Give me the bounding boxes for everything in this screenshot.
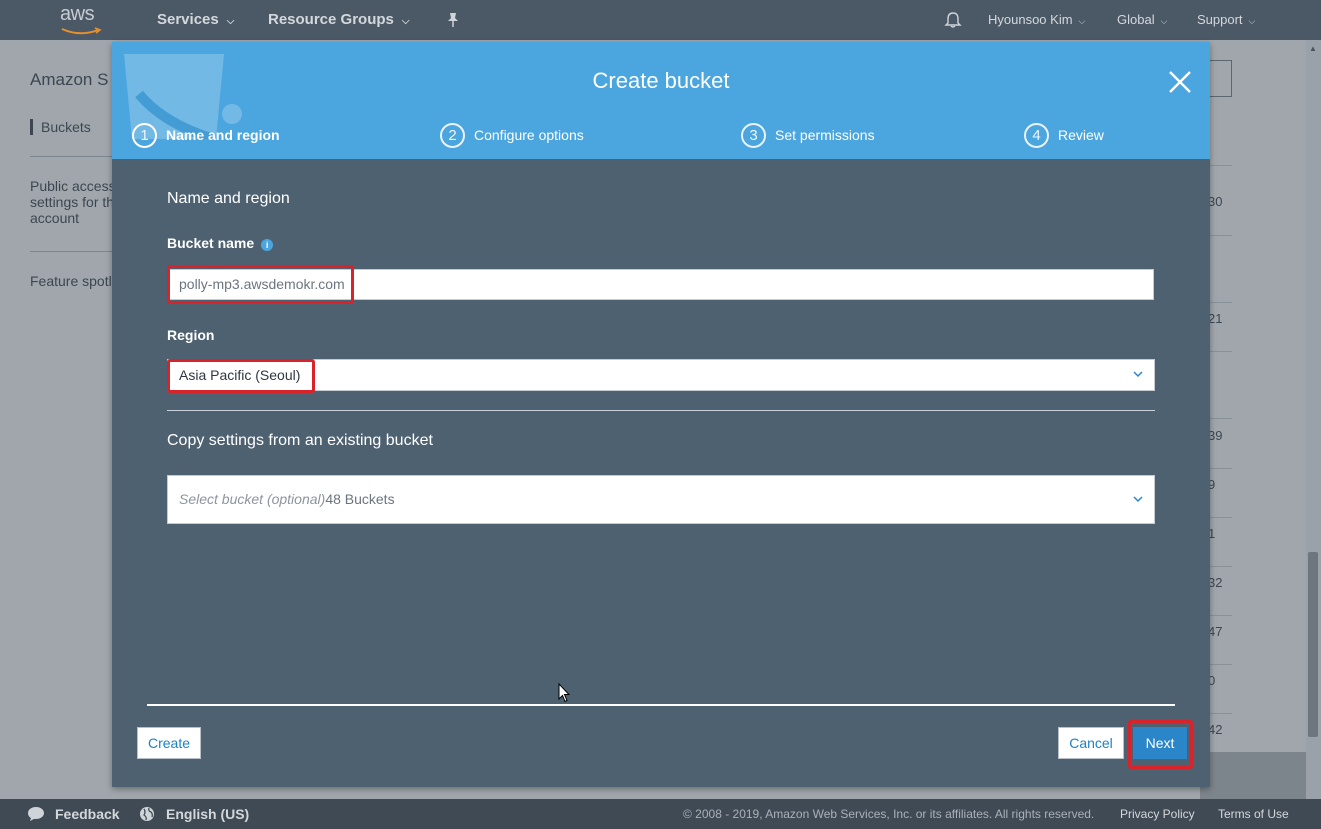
sidebar-divider bbox=[30, 251, 115, 252]
copy-bucket-placeholder: Select bucket (optional) bbox=[179, 491, 326, 507]
step-number: 4 bbox=[1024, 122, 1049, 148]
sidebar-line: account bbox=[30, 210, 80, 226]
sidebar-line: Public access bbox=[30, 178, 116, 194]
terms-of-use-link[interactable]: Terms of Use bbox=[1218, 799, 1289, 829]
top-navigation: aws Services ⌵ Resource Groups ⌵ Hyounsoo … bbox=[0, 0, 1321, 40]
sidebar-item-feature-spotlight[interactable]: Feature spotl bbox=[30, 273, 112, 289]
chevron-down-icon: ⌵ bbox=[401, 16, 410, 27]
region-select[interactable]: Asia Pacific (Seoul) bbox=[167, 359, 1155, 391]
step-label: Configure options bbox=[474, 127, 584, 143]
feedback-icon bbox=[27, 806, 45, 822]
copy-bucket-select[interactable]: Select bucket (optional)48 Buckets bbox=[167, 475, 1155, 524]
chevron-down-icon bbox=[1133, 371, 1143, 378]
chevron-down-icon: ⌵ bbox=[226, 16, 235, 27]
step-configure-options[interactable]: 2 Configure options bbox=[440, 122, 584, 148]
create-bucket-modal: Create bucket 1 Name and region 2 Config… bbox=[112, 42, 1210, 787]
mouse-cursor-icon bbox=[558, 683, 570, 703]
globe-icon bbox=[139, 806, 155, 822]
chevron-down-icon: ⌵ bbox=[1078, 16, 1086, 26]
section-divider bbox=[167, 410, 1155, 411]
bucket-name-label: Bucket name i bbox=[167, 235, 274, 251]
sidebar-item-public-access[interactable]: Public access settings for th account bbox=[30, 178, 116, 226]
region-highlight bbox=[167, 359, 315, 393]
table-cell: 39 bbox=[1208, 428, 1223, 443]
services-menu[interactable]: Services ⌵ bbox=[157, 0, 234, 40]
table-cell: 30 bbox=[1208, 194, 1223, 209]
scrollbar-thumb[interactable] bbox=[1308, 552, 1318, 737]
support-menu[interactable]: Support ⌵ bbox=[1197, 0, 1255, 40]
language-selector[interactable]: English (US) bbox=[166, 799, 249, 829]
scroll-up-icon[interactable]: ▲ bbox=[1309, 44, 1317, 53]
info-icon[interactable]: i bbox=[261, 239, 274, 251]
table-cell: 21 bbox=[1208, 311, 1223, 326]
create-button[interactable]: Create bbox=[137, 727, 201, 759]
sidebar-item-buckets[interactable]: Buckets bbox=[30, 119, 91, 135]
chevron-down-icon: ⌵ bbox=[1248, 16, 1256, 26]
support-label: Support bbox=[1197, 12, 1243, 27]
step-label: Name and region bbox=[166, 127, 280, 143]
copy-settings-title: Copy settings from an existing bucket bbox=[167, 432, 433, 449]
step-name-and-region[interactable]: 1 Name and region bbox=[132, 122, 280, 148]
modal-header: Create bucket 1 Name and region 2 Config… bbox=[112, 42, 1210, 159]
aws-smile-icon bbox=[61, 27, 102, 35]
region-name: Global bbox=[1117, 12, 1155, 27]
bell-icon[interactable] bbox=[944, 11, 962, 29]
modal-title: Create bucket bbox=[592, 68, 730, 93]
chevron-down-icon bbox=[1133, 495, 1143, 502]
step-number: 1 bbox=[132, 122, 157, 148]
privacy-policy-link[interactable]: Privacy Policy bbox=[1120, 799, 1195, 829]
step-number: 3 bbox=[741, 122, 766, 148]
sidebar-divider bbox=[30, 156, 115, 157]
sidebar-line: settings for th bbox=[30, 194, 115, 210]
aws-logo[interactable]: aws bbox=[60, 3, 104, 35]
step-number: 2 bbox=[440, 122, 465, 148]
services-label: Services bbox=[157, 11, 219, 28]
background-bottom-bar bbox=[1200, 752, 1306, 799]
bucket-name-highlight bbox=[167, 265, 354, 304]
aws-logo-text: aws bbox=[60, 3, 95, 25]
cancel-button[interactable]: Cancel bbox=[1058, 727, 1124, 759]
table-cell: 42 bbox=[1208, 722, 1223, 737]
footer-divider bbox=[147, 704, 1175, 706]
table-cell: 47 bbox=[1208, 624, 1223, 639]
user-name: Hyounsoo Kim bbox=[988, 12, 1073, 27]
step-label: Review bbox=[1058, 127, 1104, 143]
resource-groups-menu[interactable]: Resource Groups ⌵ bbox=[268, 0, 409, 40]
close-icon bbox=[1169, 71, 1191, 93]
next-button-highlight bbox=[1128, 720, 1193, 769]
step-label: Set permissions bbox=[775, 127, 875, 143]
resource-groups-label: Resource Groups bbox=[268, 11, 394, 28]
page-title: Amazon S bbox=[30, 70, 109, 89]
region-label: Region bbox=[167, 327, 215, 343]
step-review[interactable]: 4 Review bbox=[1024, 122, 1104, 148]
step-set-permissions[interactable]: 3 Set permissions bbox=[741, 122, 875, 148]
footer: Feedback English (US) © 2008 - 2019, Ama… bbox=[0, 799, 1321, 829]
pin-icon[interactable] bbox=[446, 12, 460, 28]
region-menu[interactable]: Global ⌵ bbox=[1117, 0, 1167, 40]
bucket-name-label-text: Bucket name bbox=[167, 235, 255, 251]
copyright-text: © 2008 - 2019, Amazon Web Services, Inc.… bbox=[683, 807, 1095, 821]
section-title: Name and region bbox=[167, 190, 290, 207]
user-menu[interactable]: Hyounsoo Kim ⌵ bbox=[988, 0, 1085, 40]
page-scrollbar[interactable]: ▲ bbox=[1306, 40, 1321, 799]
table-cell: 32 bbox=[1208, 575, 1223, 590]
chevron-down-icon: ⌵ bbox=[1160, 16, 1168, 26]
bucket-count: 48 Buckets bbox=[325, 491, 395, 507]
close-button[interactable] bbox=[1167, 69, 1193, 95]
feedback-link[interactable]: Feedback bbox=[55, 799, 120, 829]
